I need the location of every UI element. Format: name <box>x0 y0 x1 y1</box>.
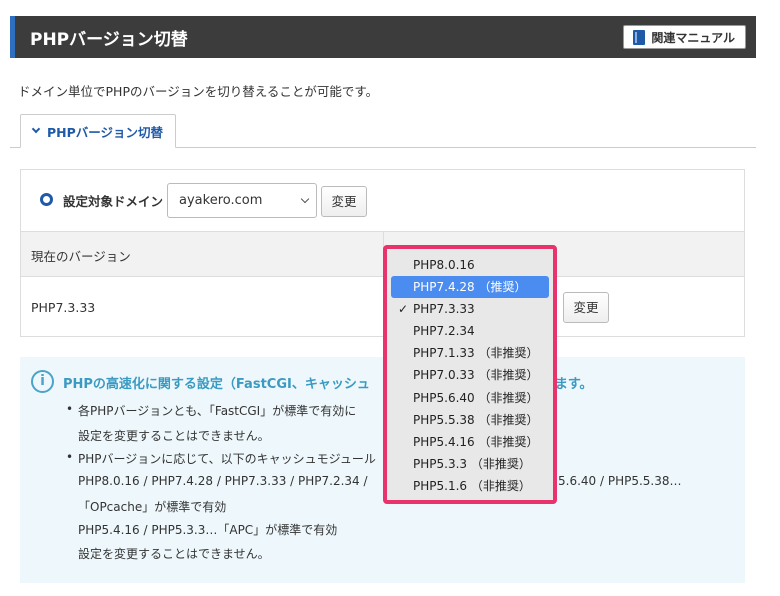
related-manual-button[interactable]: 関連マニュアル <box>623 25 746 49</box>
version-change-button[interactable]: 変更 <box>563 292 609 323</box>
chevron-down-icon <box>31 124 41 134</box>
info-bullet-2: PHPバージョンに応じて、以下のキャッシュモジュール <box>66 450 376 467</box>
related-manual-label: 関連マニュアル <box>651 30 735 45</box>
info-line: PHP5.4.16 / PHP5.3.3…「APC」が標準で有効 <box>78 523 338 537</box>
current-version-value: PHP7.3.33 <box>31 300 96 315</box>
book-icon <box>633 29 646 45</box>
domain-select-value: ayakero.com <box>179 193 263 208</box>
dropdown-option[interactable]: PHP5.6.40 （非推奨） <box>391 387 549 409</box>
domain-select[interactable]: ayakero.com <box>167 183 317 218</box>
dropdown-option[interactable]: ✓ PHP7.3.33 <box>391 298 549 320</box>
checkmark-icon: ✓ <box>398 302 409 317</box>
dropdown-option[interactable]: PHP7.0.33 （非推奨） <box>391 364 549 386</box>
page-description: ドメイン単位でPHPのバージョンを切り替えることが可能です。 <box>18 84 379 99</box>
tab-label: PHPバージョン切替 <box>47 124 164 140</box>
dropdown-option-label: PHP7.2.34 <box>413 324 475 339</box>
info-line: 5.6.40 / PHP5.5.38… <box>558 474 682 488</box>
dropdown-option-label: PHP5.3.3 （非推奨） <box>413 456 531 471</box>
dropdown-option-label: PHP7.4.28 （推奨） <box>413 280 527 295</box>
dropdown-option[interactable]: PHP7.2.34 <box>391 320 549 342</box>
dropdown-option-label: PHP5.4.16 （非推奨） <box>413 434 539 449</box>
target-domain-radio[interactable] <box>40 193 53 206</box>
page-header: PHPバージョン切替 関連マニュアル <box>10 16 756 58</box>
dropdown-option-label: PHP5.6.40 （非推奨） <box>413 390 539 405</box>
info-title-left: PHPの高速化に関する設定（FastCGI、キャッシュ <box>63 377 370 392</box>
dropdown-option-label: PHP7.3.33 <box>413 302 475 317</box>
dropdown-option[interactable]: PHP8.0.16 <box>391 254 549 276</box>
php-version-dropdown[interactable]: PHP8.0.16 PHP7.4.28 （推奨） ✓ PHP7.3.33 PHP7.2.… <box>383 245 557 504</box>
dropdown-option-label: PHP5.1.6 （非推奨） <box>413 478 531 493</box>
dropdown-option[interactable]: PHP5.5.38 （非推奨） <box>391 409 549 431</box>
domain-row: 設定対象ドメイン ayakero.com 変更 <box>21 170 744 231</box>
dropdown-option[interactable]: PHP7.4.28 （推奨） <box>391 276 549 299</box>
tab-php-version-switch[interactable]: PHPバージョン切替 <box>20 114 176 148</box>
target-domain-label: 設定対象ドメイン <box>63 194 164 209</box>
info-line: PHP8.0.16 / PHP7.4.28 / PHP7.3.33 / PHP7… <box>78 474 368 488</box>
page-title: PHPバージョン切替 <box>30 30 188 50</box>
info-line: 設定を変更することはできません。 <box>78 547 270 561</box>
info-line: 設定を変更することはできません。 <box>78 429 270 443</box>
info-bullet-1: 各PHPバージョンとも、「FastCGI」が標準で有効に <box>66 402 356 419</box>
chevron-down-icon <box>300 194 310 204</box>
dropdown-option[interactable]: PHP5.3.3 （非推奨） <box>391 453 549 475</box>
dropdown-option[interactable]: PHP7.1.33 （非推奨） <box>391 342 549 364</box>
dropdown-option[interactable]: PHP5.1.6 （非推奨） <box>391 475 549 497</box>
current-version-header: 現在のバージョン <box>31 249 131 264</box>
dropdown-option-label: PHP7.1.33 （非推奨） <box>413 346 539 361</box>
info-icon: i <box>31 370 54 393</box>
dropdown-option-label: PHP8.0.16 <box>413 258 475 272</box>
dropdown-option-label: PHP5.5.38 （非推奨） <box>413 412 539 427</box>
domain-change-button[interactable]: 変更 <box>321 186 367 217</box>
dropdown-option-label: PHP7.0.33 （非推奨） <box>413 368 539 383</box>
dropdown-option[interactable]: PHP5.4.16 （非推奨） <box>391 431 549 453</box>
info-line: 「OPcache」が標準で有効 <box>78 500 227 514</box>
